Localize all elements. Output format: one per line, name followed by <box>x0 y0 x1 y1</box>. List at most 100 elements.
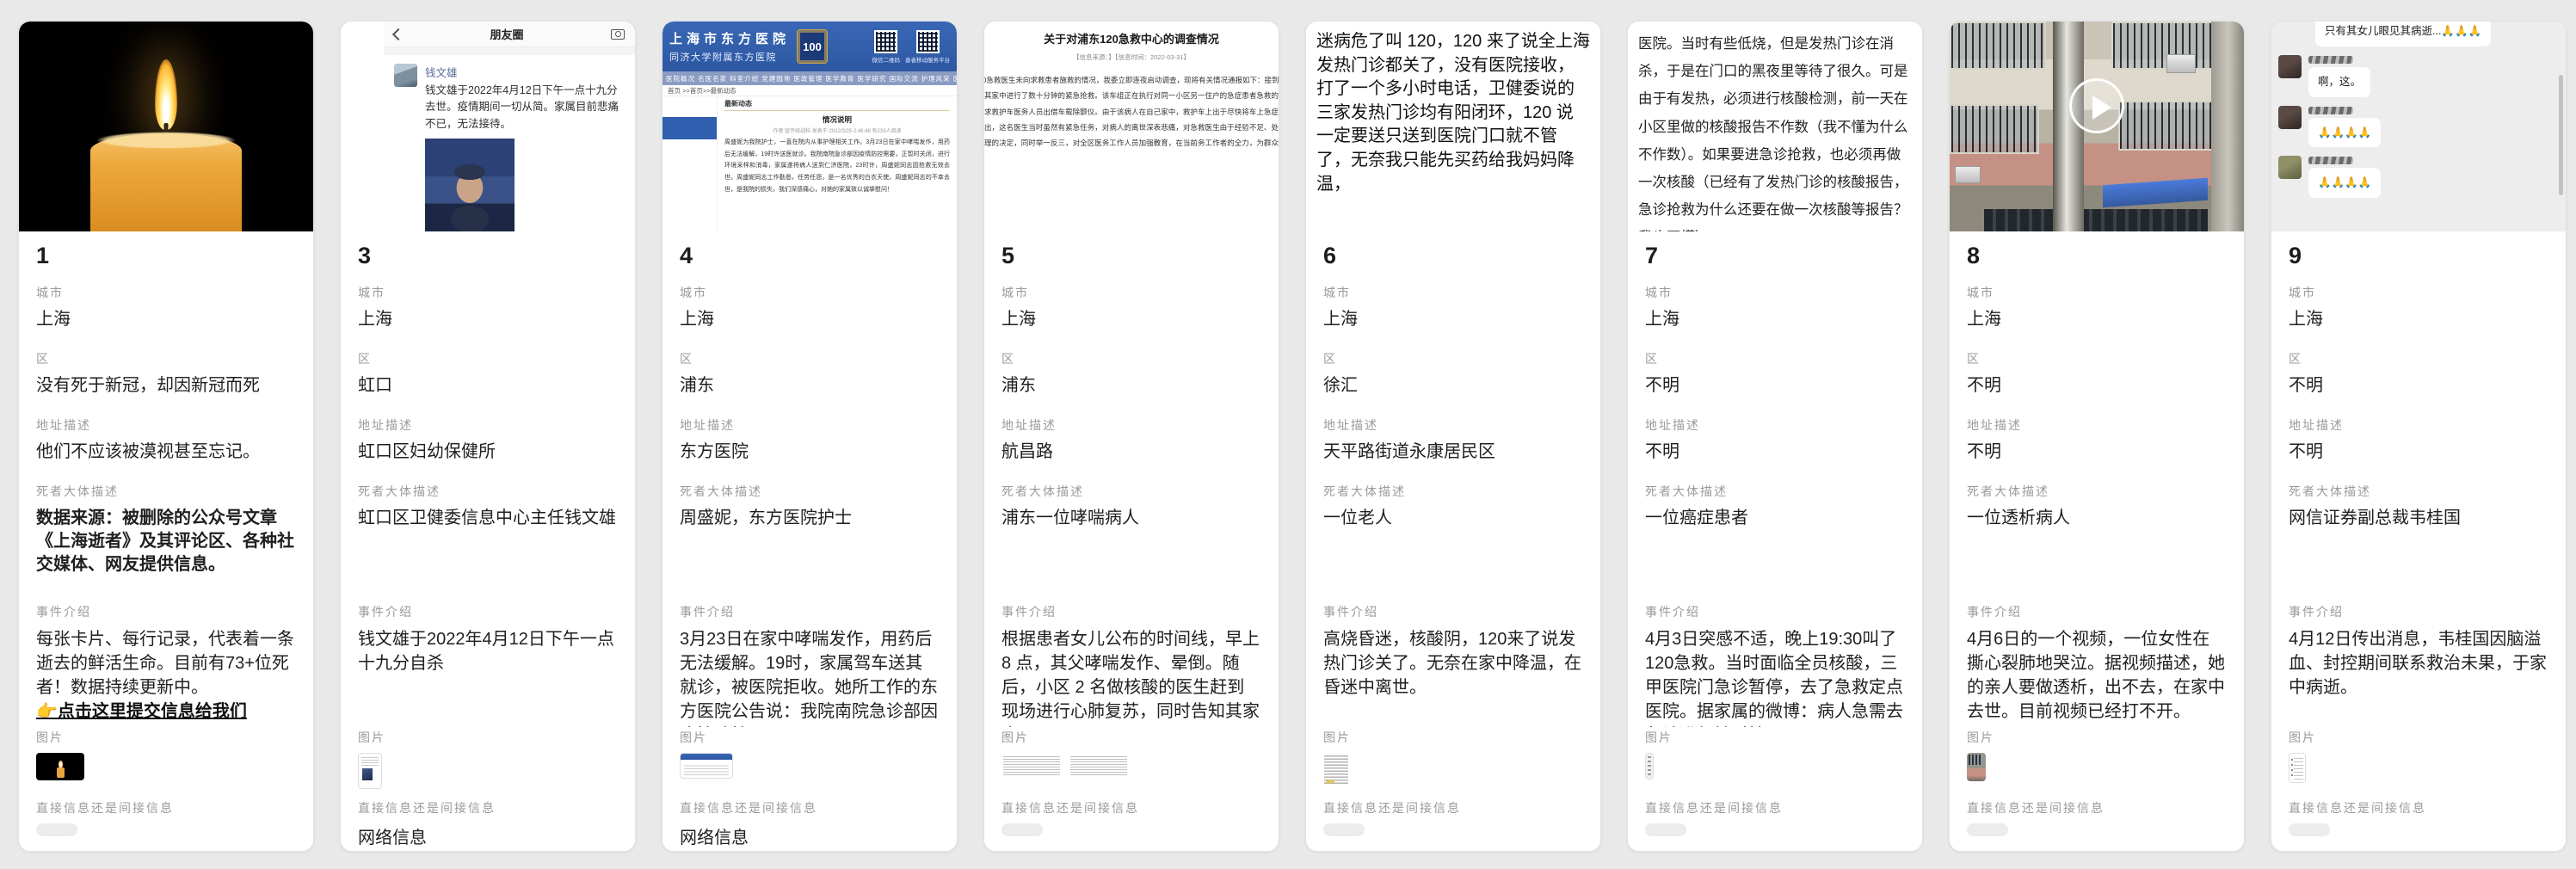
redacted-name <box>2308 56 2353 64</box>
field-value-city: 上海 <box>1645 308 1905 331</box>
empty-value-pill <box>1001 823 1043 836</box>
field-value-deceased: 网信证券副总裁韦桂国 <box>2289 507 2548 584</box>
memorial-card-6[interactable]: 迷病危了叫 120，120 来了说全上海发热门诊都关了，没有医院接收，打了一个多… <box>1305 21 1601 852</box>
hospital-website-screenshot: 上海市东方医院 同济大学附属东方医院 100 微信二维码 患者移动服务平台 医院… <box>662 22 957 231</box>
scrollbar <box>2559 75 2563 195</box>
field-label-deceased: 死者大体描述 <box>680 484 940 499</box>
card-body: 6 城市 上海 区 徐汇 地址描述 天平路街道永康居民区 死者大体描述 一位老人… <box>1306 231 1600 852</box>
field-value-city: 上海 <box>1001 308 1261 331</box>
field-label-address: 地址描述 <box>1967 418 2227 433</box>
document-thumbnail[interactable] <box>2289 753 2306 783</box>
card-number: 7 <box>1645 243 1905 268</box>
field-value-address: 他们不应该被漠视甚至忘记。 <box>36 441 296 464</box>
field-value-city: 上海 <box>358 308 618 331</box>
memorial-card-1[interactable]: 1 城市 上海 区 没有死于新冠，却因新冠而死 地址描述 他们不应该被漠视甚至忘… <box>18 21 314 852</box>
candle-thumbnail[interactable] <box>36 753 84 780</box>
field-label-district: 区 <box>1967 352 2227 367</box>
chat-bubble: 🙏🙏🙏🙏 <box>2308 118 2381 148</box>
field-label-direct: 直接信息还是间接信息 <box>2289 801 2548 816</box>
field-label-deceased: 死者大体描述 <box>36 484 296 499</box>
report-title: 关于对浦东120急救中心的调查情况 <box>984 30 1279 46</box>
card-body: 1 城市 上海 区 没有死于新冠，却因新冠而死 地址描述 他们不应该被漠视甚至忘… <box>19 231 313 852</box>
memorial-card-5[interactable]: 关于对浦东120急救中心的调查情况 【信息来源：】【信息时间：2022-03-3… <box>983 21 1279 852</box>
field-value-deceased: 一位透析病人 <box>1967 507 2227 584</box>
field-value-district: 徐汇 <box>1323 374 1583 398</box>
card-number: 3 <box>358 243 618 268</box>
field-label-address: 地址描述 <box>1323 418 1583 433</box>
field-label-deceased: 死者大体描述 <box>358 484 618 499</box>
field-value-direct <box>2289 823 2548 849</box>
field-label-event: 事件介绍 <box>1967 605 2227 619</box>
field-label-city: 城市 <box>1967 286 2227 300</box>
card-body: 5 城市 上海 区 浦东 地址描述 航昌路 死者大体描述 浦东一位哮喘病人 事件… <box>984 231 1279 852</box>
hospital-name: 上海市东方医院 <box>669 29 790 47</box>
field-value-deceased: 数据来源：被删除的公众号文章《上海逝者》及其评论区、各种社交媒体、网友提供信息。 <box>36 507 296 584</box>
ac-unit <box>2166 54 2196 73</box>
candle-image <box>19 22 313 231</box>
field-value-deceased: 周盛妮，东方医院护士 <box>680 507 940 584</box>
field-label-address: 地址描述 <box>680 418 940 433</box>
memorial-card-9[interactable]: 只有其女儿眼见其病逝...🙏🙏🙏 啊，这。 🙏🙏🙏🙏 <box>2271 21 2567 852</box>
moments-divider <box>384 47 635 55</box>
field-value-event: 3月23日在家中哮喘发作，用药后无法缓解。19时，家属驾车送其就诊，被医院拒收。… <box>680 627 940 727</box>
field-label-event: 事件介绍 <box>1001 605 1261 619</box>
text-thumbnail[interactable] <box>1323 753 1349 785</box>
field-value-district: 浦东 <box>680 374 940 398</box>
memorial-card-8[interactable]: 8 城市 上海 区 不明 地址描述 不明 死者大体描述 一位透析病人 事件介绍 … <box>1949 21 2245 852</box>
empty-value-pill <box>1967 823 2008 836</box>
card-body: 9 城市 上海 区 不明 地址描述 不明 死者大体描述 网信证券副总裁韦桂国 事… <box>2271 231 2566 852</box>
field-label-city: 城市 <box>1001 286 1261 300</box>
chat-bubble: 啊，这。 <box>2308 67 2370 97</box>
field-value-city: 上海 <box>680 308 940 331</box>
text-thumbnail[interactable] <box>1001 753 1062 777</box>
photo-thumbnail[interactable] <box>1967 753 1986 781</box>
field-label-district: 区 <box>1645 352 1905 367</box>
submit-info-link[interactable]: 👉点击这里提交信息给我们 <box>36 700 296 724</box>
hospital-banner: 上海市东方医院 同济大学附属东方医院 100 微信二维码 患者移动服务平台 <box>662 22 957 71</box>
redacted-name <box>2308 107 2353 114</box>
report-document-screenshot: 关于对浦东120急救中心的调查情况 【信息来源：】【信息时间：2022-03-3… <box>984 22 1279 231</box>
field-label-direct: 直接信息还是间接信息 <box>1967 801 2227 816</box>
chat-bubble: 🙏🙏🙏🙏 <box>2308 168 2381 198</box>
field-label-district: 区 <box>1001 352 1261 367</box>
field-label-address: 地址描述 <box>1645 418 1905 433</box>
field-label-deceased: 死者大体描述 <box>1645 484 1905 499</box>
card-number: 1 <box>36 243 296 268</box>
card-number: 6 <box>1323 243 1583 268</box>
webpage-thumbnail[interactable] <box>680 753 733 779</box>
field-label-direct: 直接信息还是间接信息 <box>1323 801 1583 816</box>
weibo-text-screenshot: 迷病危了叫 120，120 来了说全上海发热门诊都关了，没有医院接收，打了一个多… <box>1306 22 1600 231</box>
field-value-city: 上海 <box>36 308 296 331</box>
memorial-card-7[interactable]: 医院。当时有些低烧，但是发热门诊在消杀，于是在门口的黑夜里等待了很久。可是由于有… <box>1627 21 1923 852</box>
field-label-image: 图片 <box>1967 730 2227 745</box>
field-label-event: 事件介绍 <box>1645 605 1905 619</box>
card-number: 5 <box>1001 243 1261 268</box>
blue-awning <box>2103 178 2208 208</box>
empty-value-pill <box>2289 823 2330 836</box>
field-value-address: 不明 <box>1967 441 2227 464</box>
card-body: 7 城市 上海 区 不明 地址描述 不明 死者大体描述 一位癌症患者 事件介绍 … <box>1628 231 1922 852</box>
candle-flame <box>155 59 177 130</box>
field-value-address: 东方医院 <box>680 441 940 464</box>
text-thumbnail[interactable] <box>1069 753 1129 777</box>
field-label-address: 地址描述 <box>2289 418 2548 433</box>
field-label-address: 地址描述 <box>1001 418 1261 433</box>
field-value-deceased: 一位癌症患者 <box>1645 507 1905 584</box>
field-label-image: 图片 <box>2289 730 2548 745</box>
document-thumbnail[interactable] <box>358 753 382 789</box>
field-value-district: 虹口 <box>358 374 618 398</box>
field-label-image: 图片 <box>1645 730 1905 745</box>
memorial-card-4[interactable]: 上海市东方医院 同济大学附属东方医院 100 微信二维码 患者移动服务平台 医院… <box>662 21 958 852</box>
empty-value-pill <box>1645 823 1686 836</box>
memorial-card-3[interactable]: 朋友圈 钱文雄 钱文雄于2022年4月12日下午一点十九分去世。疫情期间一切从简… <box>340 21 636 852</box>
field-value-city: 上海 <box>1967 308 2227 331</box>
field-value-event: 高烧昏迷，核酸阴，120来了说发热门诊关了。无奈在家中降温，在昏迷中离世。 <box>1323 627 1583 727</box>
card-number: 4 <box>680 243 940 268</box>
weibo-text-screenshot: 医院。当时有些低烧，但是发热门诊在消杀，于是在门口的黑夜里等待了很久。可是由于有… <box>1628 22 1922 231</box>
card-body: 4 城市 上海 区 浦东 地址描述 东方医院 死者大体描述 周盛妮，东方医院护士… <box>662 231 957 852</box>
image-thumbnails <box>1645 753 1905 801</box>
field-value-event: 4月12日传出消息，韦桂国因脑溢血、封控期间联系救治未果，于家中病逝。 <box>2289 627 2548 727</box>
narrow-thumbnail[interactable] <box>1645 753 1654 780</box>
field-label-deceased: 死者大体描述 <box>1967 484 2227 499</box>
field-value-direct: 网络信息 <box>358 823 618 849</box>
